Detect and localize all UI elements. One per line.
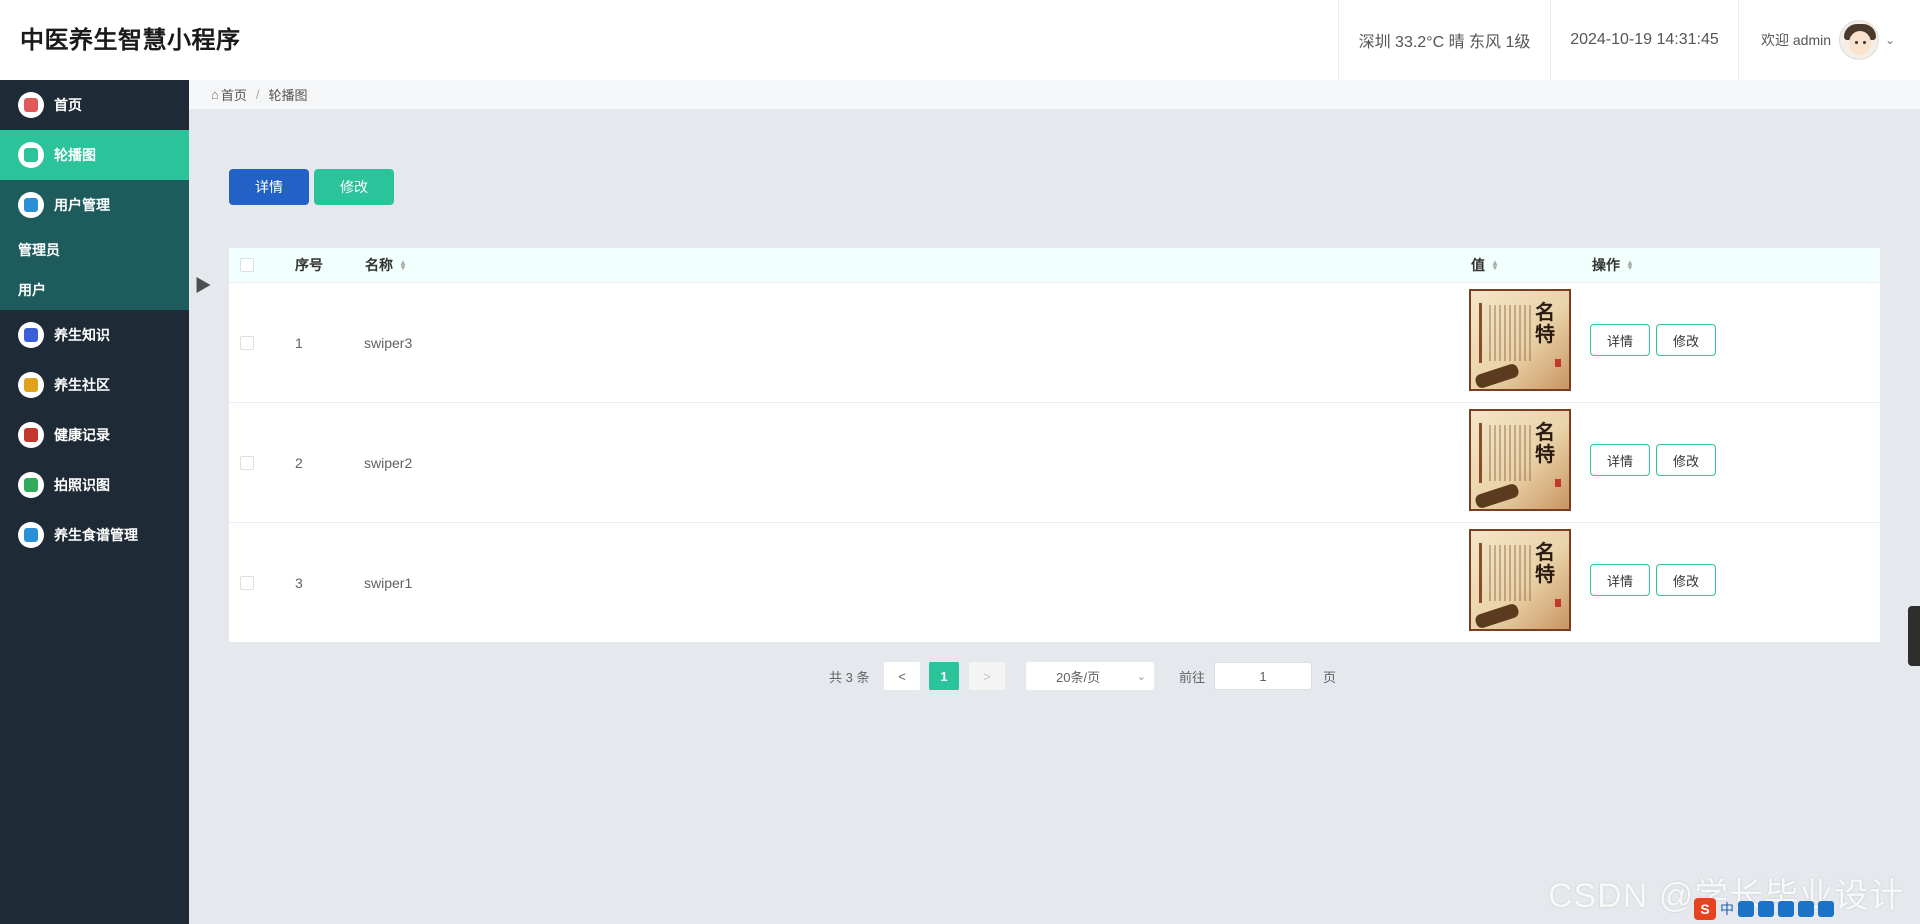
- pagination-page-suffix: 页: [1323, 669, 1337, 685]
- breadcrumb-current: 轮播图: [268, 88, 308, 103]
- col-index-header: 序号: [295, 257, 323, 273]
- row-checkbox[interactable]: [240, 283, 254, 403]
- row-detail-button[interactable]: 详情: [1590, 564, 1650, 596]
- row-checkbox[interactable]: [240, 523, 254, 643]
- user-submenu: 管理员 用户: [0, 230, 189, 310]
- sidebar-subitem-admin[interactable]: 管理员: [0, 230, 189, 270]
- home-icon: [18, 92, 44, 118]
- carousel-thumbnail[interactable]: 名特: [1469, 289, 1571, 391]
- sidebar-item-health-records[interactable]: 健康记录: [0, 410, 189, 460]
- breadcrumb-home[interactable]: 首页: [221, 85, 247, 104]
- sidebar-item-user-management[interactable]: 用户管理: [0, 180, 189, 230]
- row-edit-button[interactable]: 修改: [1656, 324, 1716, 356]
- sort-icon[interactable]: ▲ ▼: [399, 259, 407, 272]
- col-name-header[interactable]: 名称 ▲ ▼: [365, 248, 407, 282]
- sort-icon[interactable]: ▲ ▼: [1491, 259, 1499, 272]
- sidebar-item-label: 健康记录: [54, 427, 110, 443]
- calendar-icon: [18, 422, 44, 448]
- row-checkbox[interactable]: [240, 403, 254, 523]
- keyboard-icon[interactable]: [1778, 901, 1794, 917]
- row-index: 2: [295, 455, 303, 471]
- row-index: 1: [295, 335, 303, 351]
- sidebar-item-label: 养生食谱管理: [54, 527, 138, 543]
- sidebar-subitem-user[interactable]: 用户: [0, 270, 189, 310]
- thumbnail-lettering: 名特: [1535, 420, 1555, 466]
- app-title: 中医养生智慧小程序: [20, 27, 241, 54]
- datetime-display: 2024-10-19 14:31:45: [1550, 0, 1738, 80]
- row-edit-button[interactable]: 修改: [1656, 444, 1716, 476]
- ime-toolbar: S 中: [1694, 898, 1914, 920]
- avatar[interactable]: [1839, 20, 1880, 60]
- mouse-cursor: [189, 272, 211, 294]
- welcome-text: 欢迎 admin: [1761, 32, 1832, 48]
- weather-info: 深圳 33.2°C 晴 东风 1级: [1338, 0, 1550, 80]
- pagination-page-1[interactable]: 1: [929, 662, 959, 690]
- carousel-thumbnail[interactable]: 名特: [1469, 409, 1571, 511]
- select-all-checkbox[interactable]: [240, 248, 254, 282]
- grid-icon: [18, 372, 44, 398]
- ime-mode[interactable]: 中: [1720, 899, 1734, 919]
- row-detail-button[interactable]: 详情: [1590, 324, 1650, 356]
- sidebar-item-knowledge[interactable]: 养生知识: [0, 310, 189, 360]
- pagination-goto-input[interactable]: [1214, 662, 1312, 690]
- top-header: 中医养生智慧小程序 深圳 33.2°C 晴 东风 1级 2024-10-19 1…: [0, 0, 1920, 80]
- breadcrumb-separator: /: [255, 87, 260, 102]
- sidebar: 首页 轮播图 用户管理 管理员 用户 养生知识 养生社区 健康记录 拍照识图 养…: [0, 80, 189, 924]
- row-edit-button[interactable]: 修改: [1656, 564, 1716, 596]
- pagination-goto-label: 前往: [1179, 669, 1206, 685]
- sogou-ime-icon[interactable]: S: [1694, 898, 1716, 920]
- sidebar-item-label: 拍照识图: [54, 477, 110, 493]
- sidebar-item-label: 养生知识: [54, 327, 110, 343]
- sidebar-item-home[interactable]: 首页: [0, 80, 189, 130]
- user-icon: [18, 192, 44, 218]
- table-row[interactable]: 3 swiper1 名特 详情 修改: [229, 522, 1880, 642]
- carousel-icon: [18, 142, 44, 168]
- pagination-total: 共 3 条: [829, 669, 870, 685]
- thumbnail-lettering: 名特: [1535, 540, 1555, 586]
- detail-button[interactable]: 详情: [229, 169, 309, 205]
- sidebar-item-photo-recognition[interactable]: 拍照识图: [0, 460, 189, 510]
- row-name: swiper3: [364, 335, 413, 351]
- skin-icon[interactable]: [1798, 901, 1814, 917]
- table-row[interactable]: 1 swiper3 名特 详情 修改: [229, 282, 1880, 402]
- breadcrumb: ⌂ 首页 / 轮播图: [189, 80, 1920, 109]
- carousel-table: 序号 名称 ▲ ▼ 值 ▲ ▼ 操作 ▲ ▼ 1 swiper3 名特 详情 修改 2 sw…: [229, 248, 1880, 642]
- col-actions-header[interactable]: 操作 ▲ ▼: [1592, 248, 1634, 282]
- chevron-down-icon: ⌄: [1136, 670, 1146, 683]
- row-detail-button[interactable]: 详情: [1590, 444, 1650, 476]
- punctuation-icon[interactable]: [1738, 901, 1754, 917]
- row-index: 3: [295, 575, 303, 591]
- sidebar-item-recipes[interactable]: 养生食谱管理: [0, 510, 189, 560]
- sidebar-item-label: 首页: [54, 97, 82, 113]
- sidebar-item-label: 轮播图: [54, 147, 96, 163]
- carousel-thumbnail[interactable]: 名特: [1469, 529, 1571, 631]
- sidebar-item-label: 用户管理: [54, 197, 110, 213]
- thumbnail-lettering: 名特: [1535, 300, 1555, 346]
- pagination-prev-button[interactable]: <: [884, 662, 920, 690]
- pagination-next-button[interactable]: >: [969, 662, 1005, 690]
- sidebar-item-label: 养生社区: [54, 377, 110, 393]
- side-drawer-handle[interactable]: [1908, 606, 1920, 666]
- toolbox-icon[interactable]: [1818, 901, 1834, 917]
- table-header: 序号 名称 ▲ ▼ 值 ▲ ▼ 操作 ▲ ▼: [229, 248, 1880, 282]
- chevron-down-icon[interactable]: ⌄: [1885, 33, 1895, 47]
- user-menu[interactable]: 欢迎 admin ⌄: [1738, 0, 1920, 80]
- sidebar-item-carousel[interactable]: 轮播图: [0, 130, 189, 180]
- microphone-icon[interactable]: [1758, 901, 1774, 917]
- home-icon: ⌂: [211, 87, 219, 102]
- camera-icon: [18, 472, 44, 498]
- book-icon: [18, 322, 44, 348]
- row-name: swiper1: [364, 575, 413, 591]
- sidebar-item-community[interactable]: 养生社区: [0, 360, 189, 410]
- row-name: swiper2: [364, 455, 413, 471]
- page-size-value: 20条/页: [1056, 669, 1101, 685]
- recipe-icon: [18, 522, 44, 548]
- page-size-select[interactable]: 20条/页 ⌄: [1026, 662, 1154, 690]
- edit-button[interactable]: 修改: [314, 169, 394, 205]
- col-value-header[interactable]: 值 ▲ ▼: [1471, 248, 1499, 282]
- sort-icon[interactable]: ▲ ▼: [1626, 259, 1634, 272]
- table-row[interactable]: 2 swiper2 名特 详情 修改: [229, 402, 1880, 522]
